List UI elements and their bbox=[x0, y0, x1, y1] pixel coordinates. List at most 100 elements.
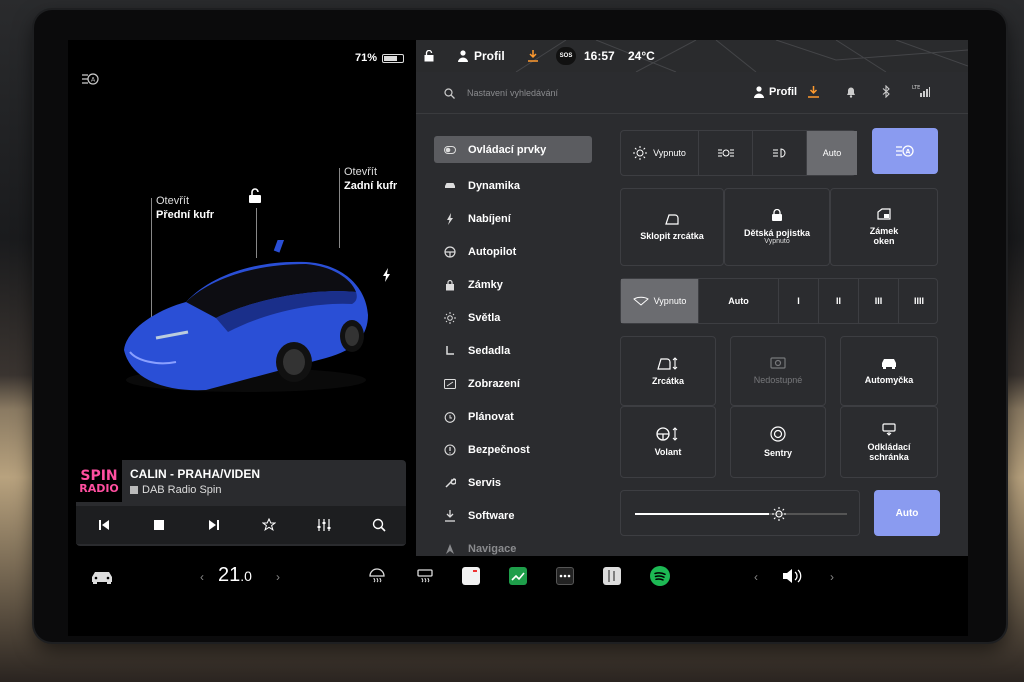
wipers-off-option[interactable]: Vypnuto bbox=[621, 279, 699, 323]
menu-item-3[interactable]: Autopilot bbox=[434, 235, 592, 268]
menu-item-0[interactable]: Ovládací prvky bbox=[434, 136, 592, 163]
profile-icon bbox=[754, 86, 764, 98]
brightness-icon[interactable] bbox=[771, 506, 787, 522]
menu-item-label: Nabíjení bbox=[468, 212, 511, 225]
media-search-button[interactable] bbox=[367, 513, 391, 537]
station-logo-line2: RADIO bbox=[79, 481, 119, 495]
menu-item-4[interactable]: Zámky bbox=[434, 268, 592, 301]
lights-off-option[interactable]: Vypnuto bbox=[621, 131, 699, 175]
stop-button[interactable] bbox=[147, 513, 171, 537]
equalizer-button[interactable] bbox=[312, 513, 336, 537]
lights-auto-option[interactable]: Auto bbox=[807, 131, 857, 175]
menu-item-5[interactable]: Světla bbox=[434, 301, 592, 334]
unlocked-icon[interactable] bbox=[424, 50, 434, 62]
chart-line-icon bbox=[511, 572, 525, 581]
mirror-adjust-label: Zrcátka bbox=[651, 375, 685, 386]
trunk-label[interactable]: Otevřít Zadní kufr bbox=[344, 165, 397, 193]
brightness-auto-button[interactable]: Auto bbox=[874, 490, 940, 536]
profile-button[interactable]: Profil bbox=[754, 86, 797, 98]
wipers-auto-option[interactable]: Auto bbox=[699, 279, 779, 323]
calendar-icon[interactable] bbox=[462, 567, 480, 585]
window-lock-button[interactable]: Zámek oken bbox=[830, 188, 938, 266]
temp-down-chevron-icon[interactable]: ‹ bbox=[200, 570, 204, 584]
bell-icon[interactable] bbox=[846, 86, 856, 98]
frunk-label[interactable]: Otevřít Přední kufr bbox=[156, 194, 214, 222]
previous-button[interactable] bbox=[92, 513, 116, 537]
car-model-image[interactable] bbox=[116, 240, 376, 400]
menu-item-8[interactable]: Plánovat bbox=[434, 400, 592, 433]
sentry-button[interactable]: Sentry bbox=[730, 406, 826, 478]
menu-item-9[interactable]: Bezpečnost bbox=[434, 433, 592, 466]
track-source: DAB Radio Spin bbox=[130, 484, 222, 496]
child-lock-label: Dětská pojistka bbox=[743, 228, 811, 238]
search-placeholder: Nastavení vyhledávání bbox=[467, 88, 559, 98]
unlock-icon[interactable] bbox=[248, 188, 262, 204]
lte-signal-icon: LTE bbox=[912, 85, 930, 97]
bluetooth-icon[interactable] bbox=[882, 85, 890, 98]
svg-text:LTE: LTE bbox=[912, 85, 920, 91]
steering-adjust-button[interactable]: Volant bbox=[620, 406, 716, 478]
volume-up-chevron-icon[interactable]: › bbox=[830, 570, 834, 584]
menu-item-label: Software bbox=[468, 509, 515, 522]
lights-off-label: Vypnuto bbox=[653, 148, 686, 158]
next-button[interactable] bbox=[202, 513, 226, 537]
fold-mirrors-button[interactable]: Sklopit zrcátka bbox=[620, 188, 724, 266]
car-view-panel: A 71% Otevřít Přední kufr Otevřít Zadní … bbox=[68, 40, 416, 596]
charge-port-icon[interactable] bbox=[382, 268, 392, 282]
menu-item-10[interactable]: Servis bbox=[434, 466, 592, 499]
calendar-marker bbox=[473, 570, 477, 572]
menu-item-11[interactable]: Software bbox=[434, 499, 592, 532]
spotify-icon[interactable] bbox=[650, 566, 670, 586]
temp-decimal: .0 bbox=[240, 568, 252, 584]
download-icon[interactable] bbox=[528, 50, 538, 62]
glovebox-button[interactable]: Odkládací schránka bbox=[840, 406, 938, 478]
car-icon[interactable] bbox=[90, 570, 114, 584]
menu-item-7[interactable]: Zobrazení bbox=[434, 367, 592, 400]
low-beam-option[interactable] bbox=[753, 131, 807, 175]
wiper-speed-2[interactable]: II bbox=[819, 279, 859, 323]
seat-icon bbox=[444, 345, 456, 357]
menu-item-2[interactable]: Nabíjení bbox=[434, 202, 592, 235]
spotify-waves-icon bbox=[654, 572, 666, 581]
wiper-speed-4[interactable]: IIII bbox=[899, 279, 939, 323]
more-apps-icon[interactable] bbox=[556, 567, 574, 585]
auto-high-beam-button[interactable]: A bbox=[872, 128, 938, 174]
car-wash-label: Automyčka bbox=[864, 375, 914, 385]
brightness-auto-label: Auto bbox=[895, 507, 919, 519]
sos-badge[interactable]: SOS bbox=[556, 47, 576, 65]
wiper-speed-3[interactable]: III bbox=[859, 279, 899, 323]
favorite-button[interactable] bbox=[257, 513, 281, 537]
previous-icon bbox=[98, 520, 109, 530]
rear-defrost-icon[interactable] bbox=[416, 568, 434, 584]
mirror-adjust-button[interactable]: Zrcátka bbox=[620, 336, 716, 406]
profile-label[interactable]: Profil bbox=[474, 49, 505, 63]
parking-lights-option[interactable] bbox=[699, 131, 753, 175]
wipers-off-label: Vypnuto bbox=[653, 296, 687, 306]
car-wash-button[interactable]: Automyčka bbox=[840, 336, 938, 406]
settings-menu: Ovládací prvky Dynamika Nabíjení Autopilot Z… bbox=[434, 136, 592, 565]
menu-item-1[interactable]: Dynamika bbox=[434, 169, 592, 202]
bottom-dock: ‹ 21.0 › ‹ › bbox=[68, 556, 968, 596]
menu-item-6[interactable]: Sedadla bbox=[434, 334, 592, 367]
download-icon[interactable] bbox=[808, 86, 819, 98]
next-icon bbox=[208, 520, 219, 530]
wiper-speed-1[interactable]: I bbox=[779, 279, 819, 323]
unavailable-label: Nedostupné bbox=[753, 375, 803, 385]
temp-up-chevron-icon[interactable]: › bbox=[276, 570, 280, 584]
low-beam-icon bbox=[772, 148, 785, 158]
child-lock-button[interactable]: Dětská pojistka Vypnuto bbox=[724, 188, 830, 266]
energy-app-icon[interactable] bbox=[509, 567, 527, 585]
volume-down-chevron-icon[interactable]: ‹ bbox=[754, 570, 758, 584]
camera-icon bbox=[770, 357, 786, 369]
cabin-temperature[interactable]: 21.0 bbox=[218, 564, 252, 587]
brightness-slider[interactable] bbox=[620, 490, 860, 536]
volume-icon[interactable] bbox=[782, 568, 804, 584]
trunk-leader-line bbox=[339, 168, 340, 248]
front-defrost-icon[interactable] bbox=[368, 568, 386, 584]
manual-icon[interactable] bbox=[603, 567, 621, 585]
menu-item-label: Zámky bbox=[468, 278, 503, 291]
more-dots-icon bbox=[559, 574, 571, 578]
wrench-icon bbox=[444, 477, 456, 489]
settings-search-bar[interactable]: Nastavení vyhledávání Profil LTE bbox=[416, 72, 968, 114]
menu-item-label: Plánovat bbox=[468, 410, 514, 423]
